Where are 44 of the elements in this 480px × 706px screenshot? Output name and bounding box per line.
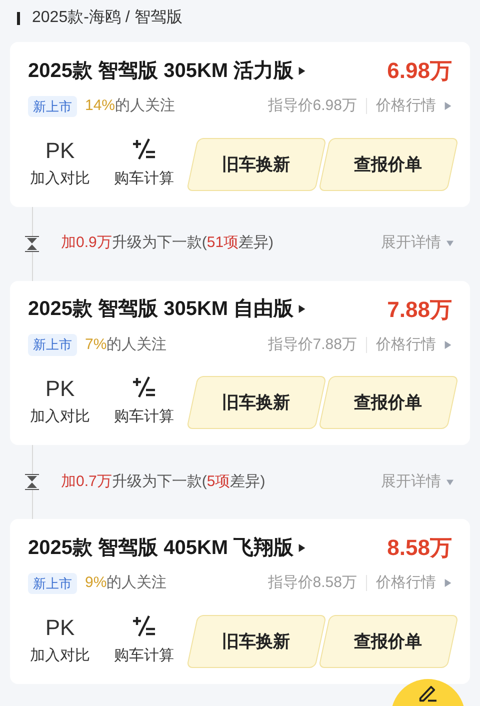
trade-in-button[interactable]: 旧车换新	[186, 376, 326, 429]
collapse-icon	[25, 474, 39, 490]
trim-price: 8.58万	[387, 534, 452, 562]
trim-price: 6.98万	[387, 57, 452, 85]
guide-price: 指导价7.88万	[268, 334, 357, 354]
quote-button[interactable]: 查报价单	[318, 138, 458, 190]
pencil-icon	[418, 683, 438, 703]
new-tag: 新上市	[28, 572, 77, 594]
caret-icon	[445, 240, 455, 247]
calculator-button[interactable]: 购车计算	[112, 614, 176, 668]
calculator-icon	[132, 138, 156, 160]
arrow-icon	[298, 542, 306, 552]
breadcrumb-title: 2025款-海鸥 / 智驾版	[32, 8, 182, 28]
caret-icon	[445, 478, 455, 486]
guide-price: 指导价8.58万	[268, 573, 357, 593]
calculator-icon	[132, 376, 156, 398]
collapse-icon	[25, 236, 39, 252]
upgrade-text: 加0.7万升级为下一款(5项差异)	[61, 472, 266, 492]
trade-in-button[interactable]: 旧车换新	[186, 614, 326, 668]
attention-text: 14%的人关注	[85, 96, 176, 116]
arrow-icon	[444, 578, 452, 588]
new-tag: 新上市	[28, 334, 77, 356]
compare-button[interactable]: PK 加入对比	[28, 376, 92, 429]
trim-price: 7.88万	[387, 296, 452, 324]
trim-title[interactable]: 2025款 智驾版 405KM 飞翔版	[28, 532, 306, 562]
compare-button[interactable]: PK 加入对比	[28, 614, 92, 668]
trade-in-button[interactable]: 旧车换新	[186, 138, 326, 190]
trim-title[interactable]: 2025款 智驾版 305KM 自由版	[28, 294, 306, 324]
trim-title[interactable]: 2025款 智驾版 305KM 活力版	[28, 56, 306, 86]
upgrade-text: 加0.9万升级为下一款(51项差异)	[61, 233, 274, 254]
calculator-button[interactable]: 购车计算	[112, 138, 176, 190]
arrow-icon	[444, 340, 452, 350]
attention-text: 7%的人关注	[85, 334, 167, 354]
new-tag: 新上市	[28, 96, 77, 117]
calculator-button[interactable]: 购车计算	[112, 376, 176, 429]
attention-text: 9%的人关注	[85, 573, 167, 593]
guide-price: 指导价6.98万	[268, 96, 357, 116]
compare-button[interactable]: PK 加入对比	[28, 138, 92, 190]
quote-button[interactable]: 查报价单	[318, 376, 458, 429]
arrow-icon	[298, 304, 306, 314]
calculator-icon	[132, 614, 156, 637]
arrow-icon	[444, 101, 452, 112]
arrow-icon	[298, 66, 306, 76]
quote-button[interactable]: 查报价单	[318, 614, 458, 668]
